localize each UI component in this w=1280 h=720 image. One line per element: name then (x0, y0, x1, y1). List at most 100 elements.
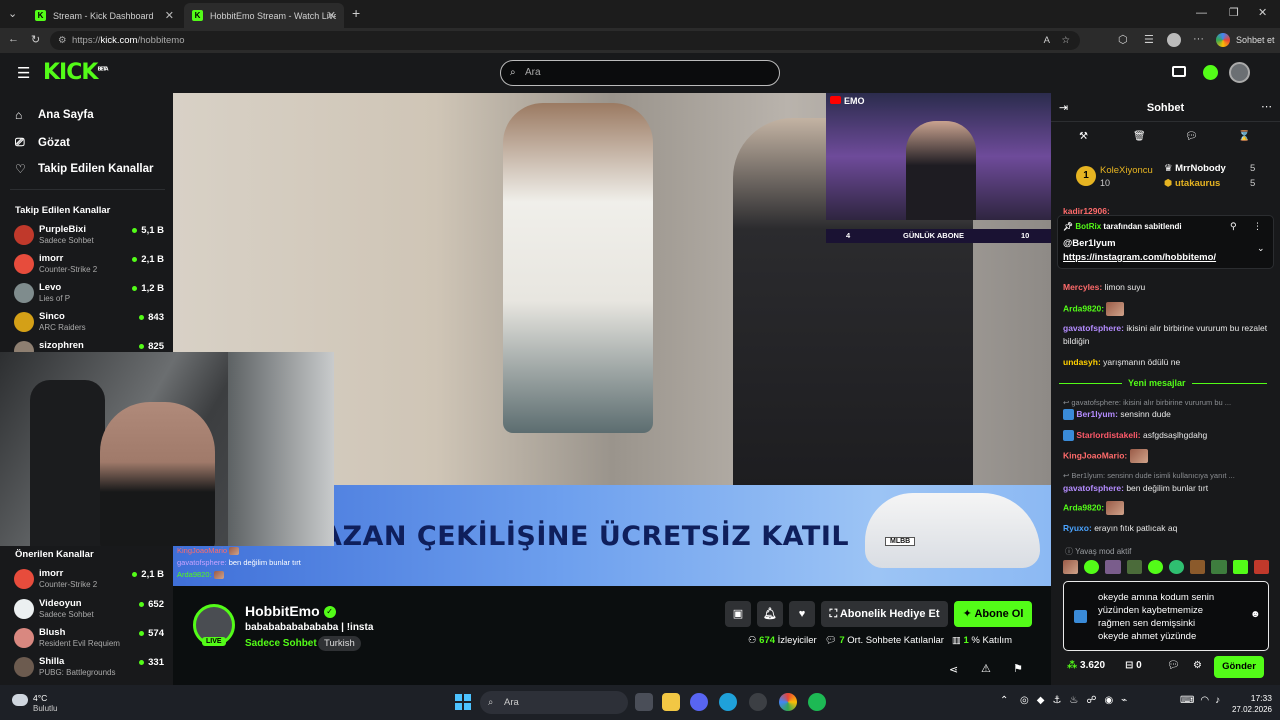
tray-icons[interactable]: ◎◆⚓♨☍◉⌁ (1020, 695, 1135, 706)
read-aloud-icon[interactable]: A (1044, 31, 1050, 50)
suggested-channel[interactable]: Shilla PUBG: Battlegrounds 331 (14, 655, 164, 681)
suggested-channel[interactable]: imorr Counter-Strike 2 2,1 B (14, 567, 164, 593)
close-icon[interactable]: ✕ (165, 9, 174, 22)
chat-user[interactable]: Arda9820: (1063, 502, 1104, 512)
emote-icon[interactable] (1253, 560, 1270, 574)
chrome-icon[interactable] (779, 693, 797, 711)
maximize-icon[interactable]: ❐ (1229, 6, 1239, 19)
chat-settings-icon[interactable]: ⋯ (1261, 100, 1272, 113)
close-window-icon[interactable]: ✕ (1258, 6, 1267, 19)
copilot-icon[interactable] (1216, 33, 1230, 47)
chat-user[interactable]: gavatofsphere: (1063, 323, 1124, 333)
weather-text[interactable]: Bulutlu (33, 704, 57, 713)
minimize-icon[interactable]: — (1196, 7, 1207, 19)
emote-icon[interactable] (1126, 560, 1142, 574)
streamer-name[interactable]: HobbitEmo ✓ (245, 603, 336, 619)
points-display[interactable]: ⁂ 3.620 (1067, 660, 1105, 671)
spotify-icon[interactable] (808, 693, 826, 711)
clock-time[interactable]: 17:33 (1222, 693, 1272, 703)
copilot-label[interactable]: Sohbet et (1236, 35, 1275, 45)
chat-user[interactable]: Ryuxo: (1063, 523, 1092, 533)
favorite-star-icon[interactable]: ☆ (1061, 31, 1070, 50)
emote-icon[interactable] (1211, 560, 1227, 574)
report-icon[interactable]: ⚠ (981, 662, 991, 675)
chat-user[interactable]: undasyh: (1063, 357, 1101, 367)
nav-item-home[interactable]: ⌂ Ana Sayfa (15, 108, 94, 122)
chat-user[interactable]: gavatofsphere: (1063, 483, 1124, 493)
favorites-icon[interactable]: ☰ (1144, 33, 1154, 46)
leader-name[interactable]: ♛ MrrNobody (1164, 163, 1226, 174)
suggested-channel[interactable]: Blush Resident Evil Requiem 574 (14, 626, 164, 652)
tab-list-icon[interactable]: ⌄ (8, 7, 17, 20)
mod-hammer-icon[interactable]: ⚒ (1079, 131, 1088, 142)
emote-icon[interactable] (1084, 560, 1100, 574)
emoji-icon[interactable]: ☻ (1250, 609, 1261, 620)
stream-tag[interactable]: Turkish (318, 636, 361, 651)
followed-channel[interactable]: PurpleBixi Sadece Sohbet 5,1 B (14, 223, 164, 249)
file-explorer-icon[interactable] (662, 693, 680, 711)
discord-icon[interactable] (690, 693, 708, 711)
menu-icon[interactable]: ☰ (17, 64, 30, 82)
gear-icon[interactable]: ⚙ (1193, 660, 1202, 671)
search-input[interactable]: ⌕ Ara (500, 60, 780, 86)
task-view-icon[interactable] (635, 693, 653, 711)
user-avatar[interactable] (1229, 62, 1250, 83)
new-tab-icon[interactable]: + (352, 5, 360, 21)
hourglass-icon[interactable]: ⌛ (1238, 131, 1250, 142)
chat-bubble-icon[interactable]: 💬︎ (1185, 131, 1198, 142)
tab-hobbitemo-stream[interactable]: K HobbitEmo Stream - Watch Live o ✕ (184, 3, 344, 28)
notification-button[interactable]: 🔔︎ (757, 601, 783, 627)
tab-kick-dashboard[interactable]: K Stream - Kick Dashboard ✕ (27, 3, 182, 28)
emote-icon[interactable] (1105, 560, 1121, 574)
chat-user[interactable]: Ber1lyum: (1076, 409, 1118, 419)
reload-icon[interactable]: ↻ (31, 33, 40, 46)
emote-icon[interactable] (1190, 560, 1206, 574)
start-icon[interactable] (455, 694, 471, 710)
follow-button[interactable]: ♥ (789, 601, 815, 627)
chat-user[interactable]: Mercyles: (1063, 282, 1102, 292)
gift-sub-button[interactable]: ⛶ Abonelik Hediye Et (821, 601, 948, 627)
send-button[interactable]: Gönder (1214, 656, 1264, 678)
close-icon[interactable]: ✕ (327, 9, 336, 22)
chevron-down-icon[interactable]: ⌄ (1257, 243, 1265, 254)
trash-icon[interactable]: 🗑︎ (1133, 131, 1146, 142)
unpin-icon[interactable]: ⚲ (1230, 221, 1237, 232)
chat-bubble-icon[interactable]: 💬︎ (1167, 660, 1180, 671)
back-icon[interactable]: ← (8, 33, 19, 45)
pinned-message[interactable]: 📌︎ BotRix tarafından sabitlendi ⚲ ⋮ @Ber… (1057, 215, 1274, 269)
edge-icon[interactable] (719, 693, 737, 711)
url-field[interactable]: ⚙ https://kick.com/hobbitemo A ☆ (50, 31, 1080, 50)
app-icon[interactable] (749, 693, 767, 711)
chat-user[interactable]: Starlordistakeli: (1076, 430, 1140, 440)
kick-coin-icon[interactable] (1203, 65, 1218, 80)
share-icon[interactable]: ⋖ (949, 663, 958, 676)
followed-channel[interactable]: imorr Counter-Strike 2 2,1 B (14, 252, 164, 278)
emote-icon[interactable] (1063, 560, 1079, 574)
weather-temp[interactable]: 4°C (33, 693, 47, 703)
followed-channel[interactable]: Levo Lies of P 1,2 B (14, 281, 164, 307)
emote-icon[interactable] (1147, 560, 1164, 574)
extensions-icon[interactable]: ⬡ (1118, 33, 1128, 46)
video-icon[interactable] (1172, 66, 1186, 77)
subscribe-button[interactable]: ✦ Abone Ol (954, 601, 1032, 627)
tray-chevron-icon[interactable]: ⌃ (1000, 695, 1008, 706)
chat-user[interactable]: KingJoaoMario: (1063, 450, 1127, 460)
pinned-link[interactable]: https://instagram.com/hobbitemo/ (1063, 252, 1216, 263)
more-icon[interactable]: ⋮ (1253, 221, 1262, 232)
followed-channel[interactable]: Sinco ARC Raiders 843 (14, 310, 164, 336)
leader-name[interactable]: KoleXiyoncu (1100, 165, 1153, 176)
host-icon[interactable]: ⚑ (1013, 662, 1023, 675)
emote-icon[interactable] (1169, 560, 1185, 574)
clip-button[interactable]: ▣ (725, 601, 751, 627)
emote-icon[interactable] (1232, 560, 1248, 574)
clock-date[interactable]: 27.02.2026 (1222, 705, 1272, 714)
profile-avatar[interactable] (1167, 33, 1181, 47)
taskbar-search[interactable]: ⌕ Ara (480, 691, 628, 714)
suggested-channel[interactable]: Videoyun Sadece Sohbet 652 (14, 597, 164, 623)
chat-user[interactable]: Arda9820: (1063, 303, 1104, 313)
site-info-icon[interactable]: ⚙ (58, 31, 67, 50)
stream-category[interactable]: Sadece Sohbet (245, 638, 317, 649)
nav-item-following[interactable]: ♡ Takip Edilen Kanallar (15, 162, 153, 176)
box-display[interactable]: ⊟ 0 (1125, 660, 1142, 671)
chat-input[interactable]: okeyde amına kodum senin yüzünden kaybet… (1063, 581, 1269, 651)
